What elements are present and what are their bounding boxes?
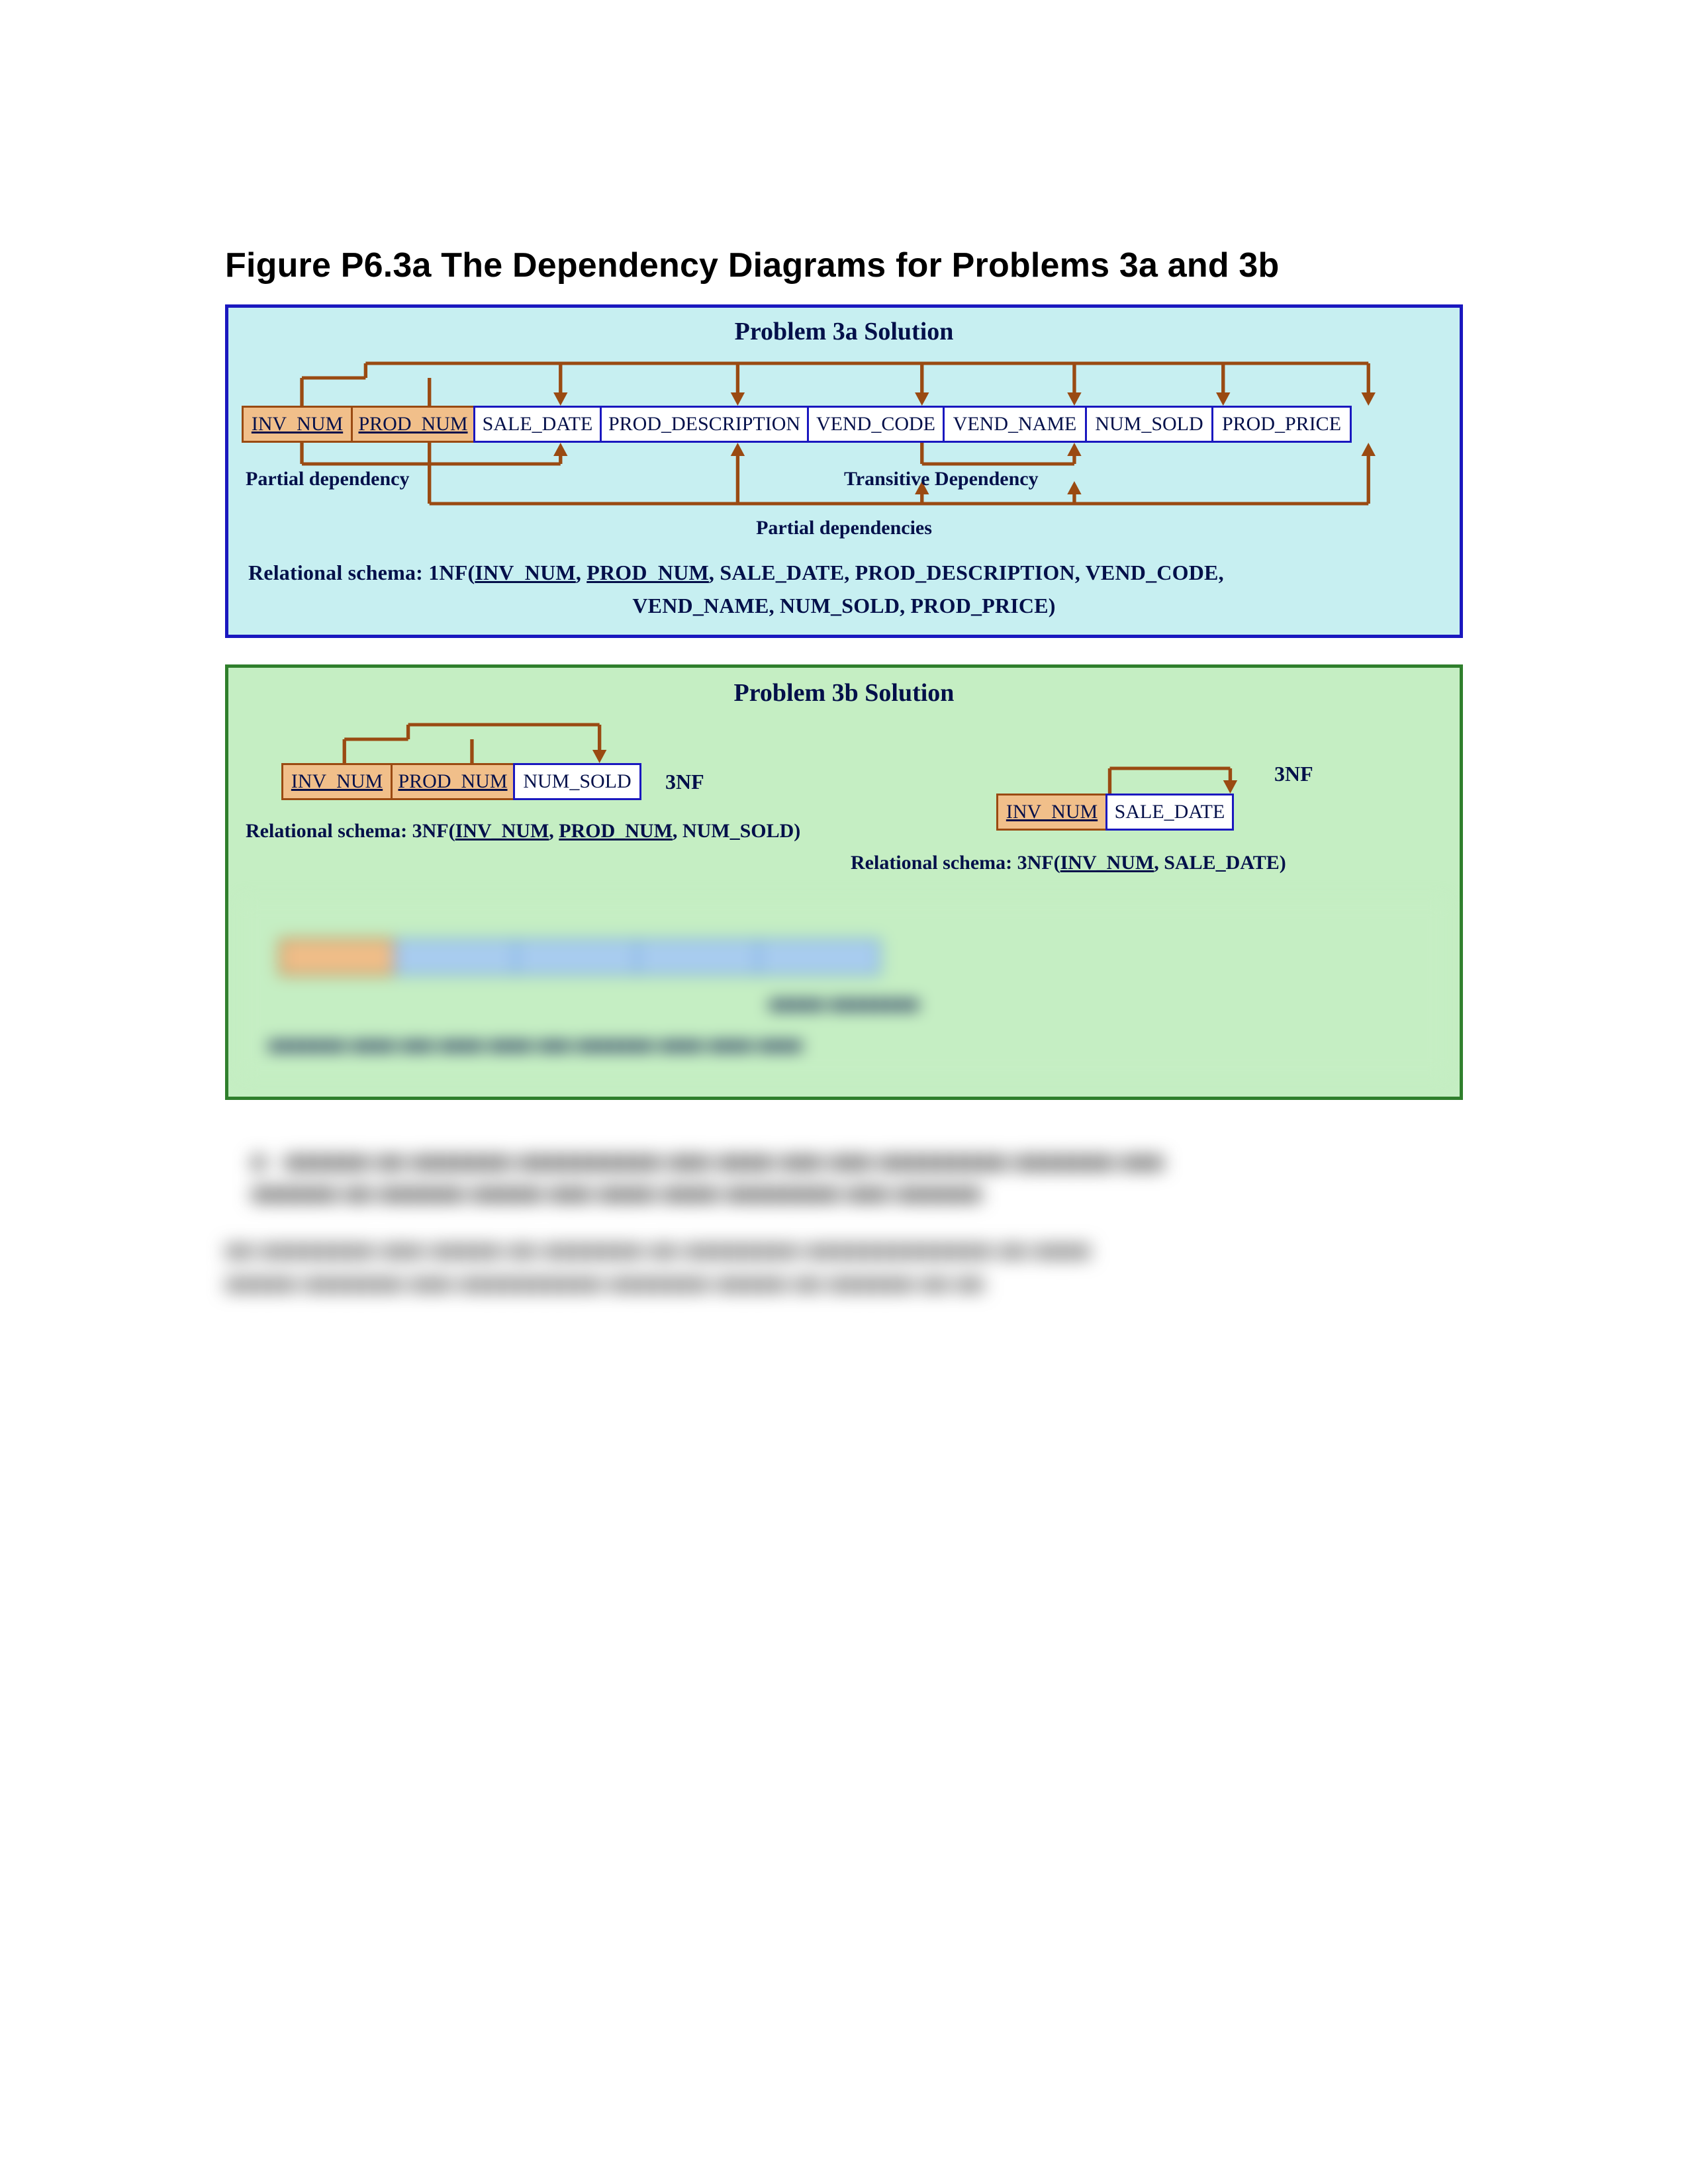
- panel3b-right-row: INV_NUM SALE_DATE: [996, 794, 1234, 831]
- schema3a-prefix: Relational schema: 1NF(: [248, 561, 475, 584]
- label-3nf-left: 3NF: [665, 770, 704, 794]
- panel3b-blurred: ■■■■■ ■■■■■■■■ ■■■■■■■ ■■■■ ■■■ ■■■■ ■■■…: [242, 899, 1446, 1077]
- panel3b-left-row: INV_NUM PROD_NUM NUM_SOLD: [281, 763, 641, 800]
- attr-vend-name: VEND_NAME: [943, 406, 1087, 443]
- label-partial-dependencies: Partial dependencies: [242, 517, 1446, 539]
- attr-prod-num: PROD_NUM: [351, 406, 475, 443]
- figure-title: Figure P6.3a The Dependency Diagrams for…: [225, 245, 1463, 286]
- panel-3a: Problem 3a Solution: [225, 304, 1463, 637]
- label-3nf-right: 3NF: [1274, 762, 1313, 786]
- panel3a-title: Problem 3a Solution: [242, 317, 1446, 346]
- attr3b-left-nsold: NUM_SOLD: [513, 763, 641, 800]
- panel3b-left-schema: Relational schema: 3NF(INV_NUM, PROD_NUM…: [246, 820, 800, 842]
- label-partial-dependency: Partial dependency: [246, 468, 410, 490]
- attr3b-right-inv: INV_NUM: [996, 794, 1107, 831]
- blurred-paragraph: ■ ■■■■■■ ■■ ■■■■■■■ ■■■■■■■■■■ ■■■ ■■■■ …: [225, 1146, 1463, 1301]
- panel3b-title: Problem 3b Solution: [242, 678, 1446, 707]
- schema3a-line2: VEND_NAME, NUM_SOLD, PROD_PRICE): [242, 590, 1446, 623]
- panel3a-schema: Relational schema: 1NF(INV_NUM, PROD_NUM…: [242, 557, 1446, 622]
- panel3a-diagram: INV_NUM PROD_NUM SALE_DATE PROD_DESCRIPT…: [242, 351, 1446, 557]
- panel3a-attribute-row: INV_NUM PROD_NUM SALE_DATE PROD_DESCRIPT…: [242, 406, 1352, 443]
- panel-3b: Problem 3b Solution INV_NUM PROD_NUM NUM…: [225, 664, 1463, 1100]
- panel3b-upper: INV_NUM PROD_NUM NUM_SOLD 3NF Relational…: [242, 714, 1446, 899]
- attr-inv-num: INV_NUM: [242, 406, 353, 443]
- attr-sale-date: SALE_DATE: [473, 406, 602, 443]
- attr3b-left-pnum: PROD_NUM: [391, 763, 515, 800]
- attr-prod-price: PROD_PRICE: [1211, 406, 1352, 443]
- panel3b-right-schema: Relational schema: 3NF(INV_NUM, SALE_DAT…: [851, 852, 1286, 874]
- label-transitive-dependency: Transitive Dependency: [844, 468, 1039, 490]
- attr3b-right-sdate: SALE_DATE: [1105, 794, 1234, 831]
- attr-vend-code: VEND_CODE: [807, 406, 945, 443]
- schema3a-pnum: PROD_NUM: [586, 561, 709, 584]
- attr3b-left-inv: INV_NUM: [281, 763, 393, 800]
- schema3a-inv: INV_NUM: [475, 561, 576, 584]
- attr-num-sold: NUM_SOLD: [1085, 406, 1213, 443]
- attr-prod-desc: PROD_DESCRIPTION: [600, 406, 809, 443]
